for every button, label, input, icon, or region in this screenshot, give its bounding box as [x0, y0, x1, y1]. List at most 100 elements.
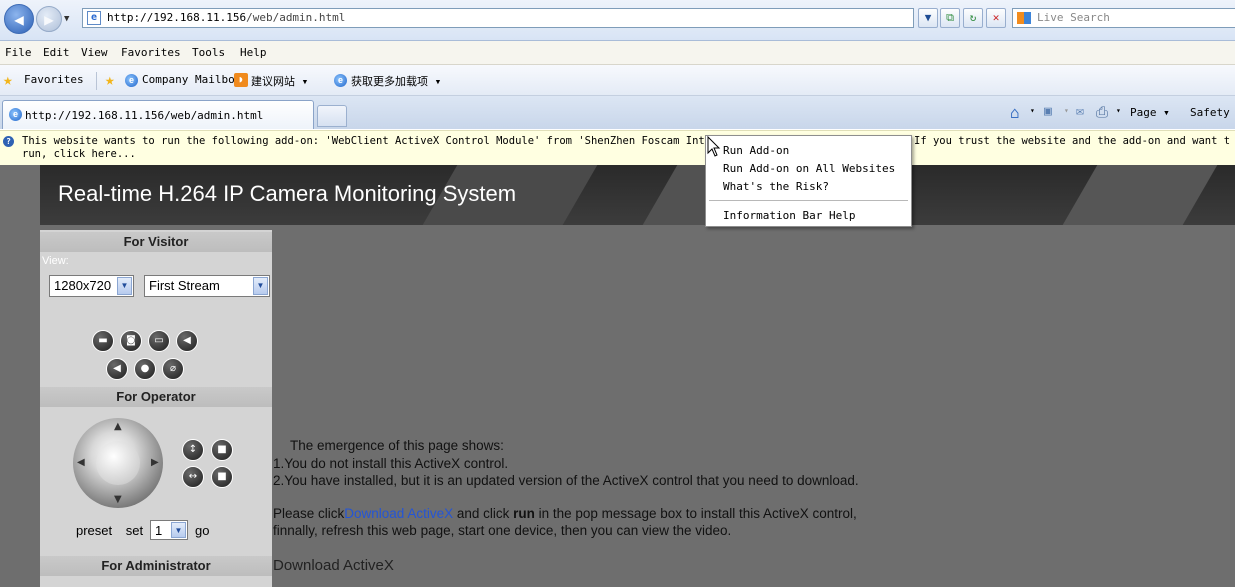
feeds-icon[interactable]: ▣ — [1044, 104, 1052, 119]
vertical-patrol-icon[interactable]: ↕ — [182, 439, 204, 461]
feeds-dropdown-icon: ▾ — [1064, 106, 1069, 115]
record-icon[interactable]: ▬ — [92, 330, 114, 352]
control-panel: For Visitor View: 1280x720 ▼ First Strea… — [40, 230, 272, 587]
settings-icon[interactable]: ⌀ — [162, 358, 184, 380]
ie-tab-icon: e — [9, 108, 22, 121]
back-button[interactable]: ◀ — [4, 4, 34, 34]
operator-section-header: For Operator — [40, 387, 272, 407]
infobar-message-line1[interactable]: This website wants to run the following … — [22, 135, 705, 147]
tab-admin-page[interactable]: e http://192.168.11.156/web/admin.html — [2, 100, 314, 129]
chevron-down-icon[interactable]: ▼ — [253, 277, 268, 295]
stop-icon[interactable]: ✕ — [986, 8, 1006, 28]
ptz-left-icon[interactable]: ◀ — [77, 457, 85, 468]
favorites-separator — [96, 72, 97, 90]
view-label: View: — [42, 255, 69, 267]
address-dropdown-button[interactable]: ▼ — [918, 8, 938, 28]
recent-pages-dropdown[interactable]: ▼ — [64, 14, 69, 24]
information-bar[interactable]: ? This website wants to run the followin… — [0, 130, 1235, 166]
header-stripe — [1062, 165, 1218, 225]
preset-select[interactable]: 1 ▼ — [150, 520, 188, 540]
address-url[interactable]: http://192.168.11.156/web/admin.html — [107, 11, 345, 24]
ptz-center-button[interactable] — [96, 441, 140, 485]
live-search-icon — [1017, 12, 1031, 24]
menu-help[interactable]: Help — [240, 46, 267, 59]
camera-web-page: Real-time H.264 IP Camera Monitoring Sys… — [0, 165, 1235, 587]
menu-item-information-bar-help[interactable]: Information Bar Help — [723, 209, 855, 222]
chevron-down-icon[interactable]: ▼ — [171, 522, 186, 538]
suggested-sites-icon: ◗ — [234, 73, 248, 87]
infobar-message-line2[interactable]: run, click here... — [22, 148, 136, 160]
ptz-up-icon[interactable]: ▲ — [114, 421, 122, 432]
ptz-right-icon[interactable]: ▶ — [151, 457, 159, 468]
favorite-get-addons[interactable]: 获取更多加载项 ▾ — [351, 73, 441, 89]
menu-item-run-addon-all-websites[interactable]: Run Add-on on All Websites — [723, 162, 895, 175]
preset-go-button[interactable]: go — [195, 523, 209, 538]
search-input-placeholder[interactable]: Live Search — [1037, 11, 1110, 24]
snapshot-icon[interactable]: ◙ — [120, 330, 142, 352]
menu-item-whats-the-risk[interactable]: What's the Risk? — [723, 180, 829, 193]
favorite-suggested-sites[interactable]: 建议网站 ▾ — [251, 73, 308, 89]
preset-value: 1 — [155, 523, 163, 538]
menu-tools[interactable]: Tools — [192, 46, 225, 59]
chevron-down-icon[interactable]: ▼ — [117, 277, 132, 295]
favorites-star-icon[interactable]: ★ — [3, 70, 13, 89]
add-to-favorites-icon[interactable]: ★ — [105, 70, 115, 89]
download-activex-link[interactable]: Download ActiveX — [344, 506, 453, 521]
resolution-value: 1280x720 — [54, 278, 112, 293]
page-header: Real-time H.264 IP Camera Monitoring Sys… — [40, 165, 1235, 225]
stop-vertical-patrol-icon[interactable]: ■ — [211, 439, 233, 461]
menu-favorites[interactable]: Favorites — [121, 46, 181, 59]
preset-set-button[interactable]: set — [126, 523, 143, 538]
print-icon[interactable]: ⎙ — [1096, 103, 1108, 121]
talk-icon[interactable]: ● — [134, 358, 156, 380]
preset-label: preset — [76, 523, 113, 538]
favorites-button[interactable]: Favorites — [24, 73, 84, 86]
admin-section-header[interactable]: For Administrator — [40, 556, 272, 576]
page-title: Real-time H.264 IP Camera Monitoring Sys… — [58, 181, 517, 206]
stream-select[interactable]: First Stream ▼ — [144, 275, 270, 297]
address-toolbar: ◀ ▶ ▼ e http://192.168.11.156/web/admin.… — [0, 0, 1235, 41]
resolution-select[interactable]: 1280x720 ▼ — [49, 275, 134, 297]
compatibility-view-icon[interactable]: ⧉ — [940, 8, 960, 28]
print-dropdown-icon[interactable]: ▾ — [1116, 106, 1121, 115]
favorite-company-mailbox[interactable]: Company Mailbox — [142, 73, 241, 86]
menu-view[interactable]: View — [81, 46, 108, 59]
addon-context-menu: Run Add-on Run Add-on on All Websites Wh… — [705, 135, 912, 227]
ptz-joystick[interactable]: ▲ ▼ ◀ ▶ — [73, 418, 163, 508]
infobar-message-line1-tail[interactable]: If you trust the website and the add-on … — [914, 135, 1230, 147]
safety-menu-button[interactable]: Safety — [1190, 106, 1230, 119]
menu-edit[interactable]: Edit — [43, 46, 70, 59]
info-icon: ? — [3, 136, 14, 147]
home-icon[interactable]: ⌂ — [1010, 103, 1020, 122]
ie-addon-icon: e — [334, 74, 347, 87]
horizontal-patrol-icon[interactable]: ↔ — [182, 466, 204, 488]
read-mail-icon[interactable]: ✉ — [1076, 104, 1084, 119]
message-line-2: 1.You do not install this ActiveX contro… — [273, 456, 509, 471]
refresh-icon[interactable]: ↻ — [963, 8, 983, 28]
ie-page-icon: e — [125, 74, 138, 87]
address-field[interactable]: e http://192.168.11.156/web/admin.html — [82, 8, 914, 28]
mouse-cursor-icon — [707, 136, 721, 157]
menu-item-run-addon[interactable]: Run Add-on — [723, 144, 789, 157]
message-line-3: 2.You have installed, but it is an updat… — [273, 473, 859, 488]
ptz-down-icon[interactable]: ▼ — [114, 494, 122, 505]
run-keyword: run — [513, 506, 535, 521]
fullscreen-icon[interactable]: ▭ — [148, 330, 170, 352]
message-line-1: The emergence of this page shows: — [290, 438, 504, 453]
back-icon[interactable]: ◀ — [176, 330, 198, 352]
page-menu-button[interactable]: Page ▾ — [1130, 106, 1170, 119]
forward-button[interactable]: ▶ — [36, 6, 62, 32]
search-field[interactable]: Live Search — [1012, 8, 1235, 28]
stop-horizontal-patrol-icon[interactable]: ■ — [211, 466, 233, 488]
message-line-4: Please clickDownload ActiveX and click r… — [273, 506, 857, 521]
download-activex-text[interactable]: Download ActiveX — [273, 557, 394, 574]
message-line-5: finnally, refresh this web page, start o… — [273, 523, 732, 538]
tab-bar: e http://192.168.11.156/web/admin.html ⌂… — [0, 96, 1235, 129]
home-dropdown-icon[interactable]: ▾ — [1030, 106, 1035, 115]
stream-value: First Stream — [149, 278, 220, 293]
audio-icon[interactable]: ◀ — [106, 358, 128, 380]
new-tab-button[interactable] — [317, 105, 347, 127]
preset-row: preset set — [76, 523, 143, 538]
menu-file[interactable]: File — [5, 46, 32, 59]
page-icon: e — [87, 11, 101, 25]
